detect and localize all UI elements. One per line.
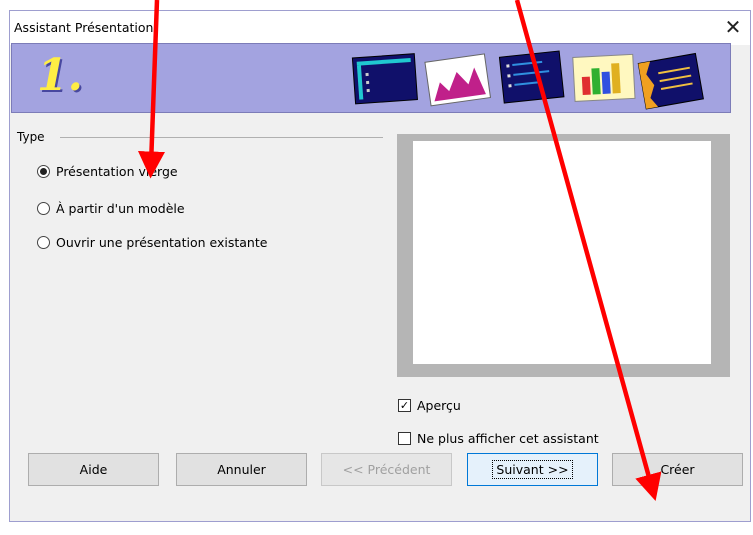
radio-blank-presentation[interactable]: Présentation vierge [37, 164, 178, 179]
dialog-title: Assistant Présentation [14, 20, 154, 35]
radio-button[interactable] [37, 165, 50, 178]
dont-show-checkbox[interactable] [398, 432, 411, 445]
radio-label: Ouvrir une présentation existante [56, 235, 268, 250]
title-bar: Assistant Présentation ✕ [10, 11, 750, 45]
preview-checkbox[interactable]: ✓ [398, 399, 411, 412]
type-group-separator [60, 137, 383, 138]
dont-show-checkbox-label: Ne plus afficher cet assistant [417, 431, 599, 446]
slide-thumb-3-icon [498, 50, 565, 104]
next-button-label: Suivant >> [492, 460, 573, 479]
radio-from-template[interactable]: À partir d'un modèle [37, 201, 185, 216]
preview-checkbox-row[interactable]: ✓ Aperçu [398, 398, 461, 413]
cancel-button-label: Annuler [217, 462, 266, 477]
previous-button[interactable]: << Précédent [321, 453, 452, 486]
help-button[interactable]: Aide [28, 453, 159, 486]
create-button-label: Créer [660, 462, 695, 477]
radio-button[interactable] [37, 236, 50, 249]
slide-thumb-1-icon [351, 53, 418, 105]
cancel-button[interactable]: Annuler [176, 453, 307, 486]
preview-panel [397, 134, 730, 377]
previous-button-label: << Précédent [342, 462, 431, 477]
slide-thumb-2-icon [424, 53, 492, 107]
radio-label: À partir d'un modèle [56, 201, 185, 216]
slide-thumb-4-icon [572, 53, 636, 102]
preview-canvas [413, 141, 711, 364]
close-icon[interactable]: ✕ [720, 14, 746, 40]
dont-show-checkbox-row[interactable]: Ne plus afficher cet assistant [398, 431, 599, 446]
help-button-label: Aide [79, 462, 108, 477]
radio-open-existing[interactable]: Ouvrir une présentation existante [37, 235, 267, 250]
create-button[interactable]: Créer [612, 453, 743, 486]
banner-slide-thumbnails [351, 50, 704, 110]
wizard-banner: 1. [11, 43, 731, 113]
slide-thumb-5-icon [637, 52, 704, 110]
radio-button[interactable] [37, 202, 50, 215]
preview-checkbox-label: Aperçu [417, 398, 461, 413]
type-group-label: Type [17, 130, 49, 144]
radio-label: Présentation vierge [56, 164, 178, 179]
step-number: 1. [37, 50, 83, 101]
next-button[interactable]: Suivant >> [467, 453, 598, 486]
